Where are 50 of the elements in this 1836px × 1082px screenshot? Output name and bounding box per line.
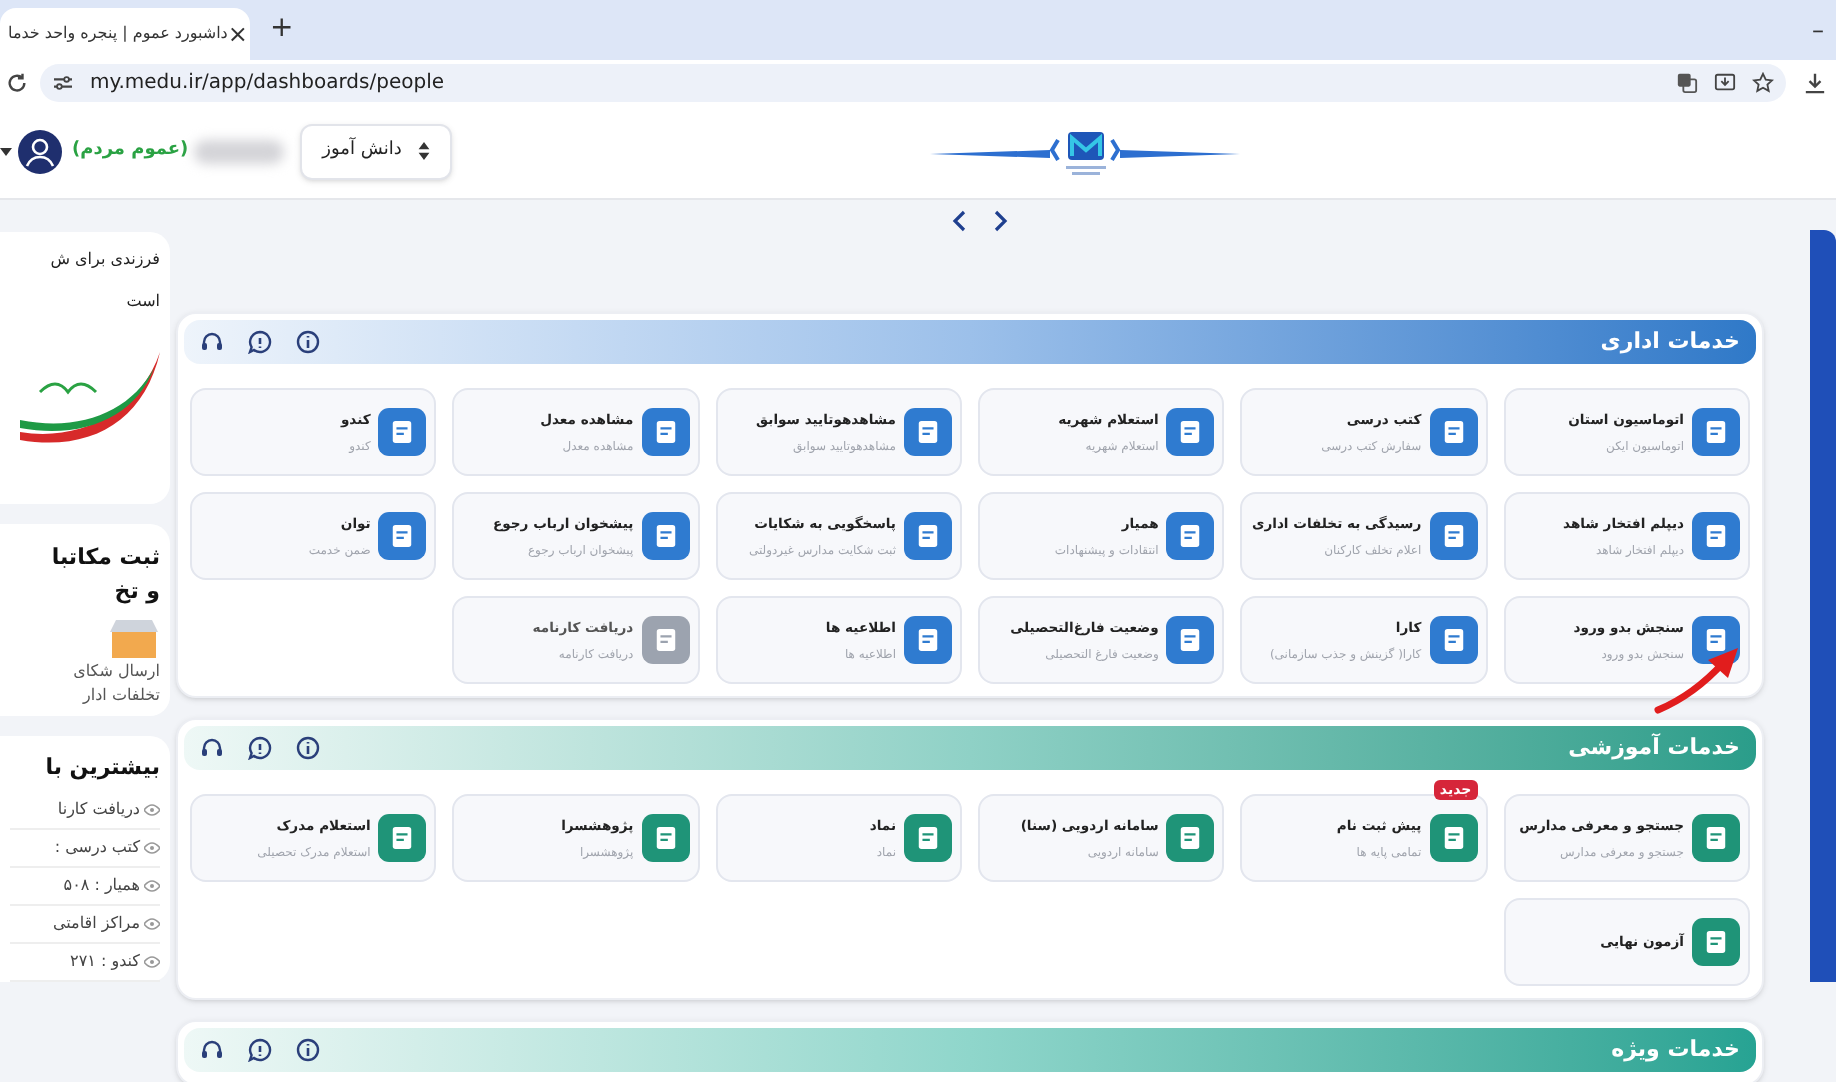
stats-item: کتب درسی : <box>54 836 140 860</box>
address-bar[interactable]: my.medu.ir/app/dashboards/people <box>40 63 1786 101</box>
complaint-title: ثبت مکاتبا <box>49 542 160 575</box>
tune-icon[interactable] <box>52 73 74 91</box>
url-text: my.medu.ir/app/dashboards/people <box>90 69 444 97</box>
minimize-button[interactable]: – <box>1812 12 1824 48</box>
complaint-text: ارسال شکای <box>71 660 160 685</box>
question-icon[interactable] <box>248 330 272 354</box>
section-title: خدمات ویژه <box>1611 1033 1740 1066</box>
stats-item: مراکز اقامتی <box>52 912 140 936</box>
info-icon[interactable] <box>296 736 320 760</box>
stats-item: کندو : ۲۷۱ <box>70 950 140 974</box>
eye-icon <box>144 880 160 892</box>
user-avatar-icon[interactable] <box>18 129 62 173</box>
chevron-right-icon[interactable] <box>994 210 1008 232</box>
eye-icon <box>144 842 160 854</box>
close-tab-button[interactable]: × <box>227 16 248 52</box>
promo-text: است <box>124 290 160 314</box>
blurred-name <box>194 139 285 163</box>
headset-icon[interactable] <box>200 736 224 760</box>
headset-icon[interactable] <box>200 1038 224 1062</box>
download-icon[interactable] <box>1804 71 1826 93</box>
role-select[interactable]: دانش آموز <box>300 123 452 179</box>
headset-icon[interactable] <box>200 330 224 354</box>
stats-item: دریافت کارنا <box>57 798 140 822</box>
tab-title: داشبورد عموم | پنجره واحد خدما <box>8 22 228 46</box>
info-icon[interactable] <box>296 330 320 354</box>
section-title: خدمات آموزشی <box>1568 731 1740 764</box>
new-tab-button[interactable]: + <box>270 8 294 50</box>
sort-icon <box>417 142 430 160</box>
user-role: (عموم مردم) <box>72 137 189 164</box>
install-icon[interactable] <box>1714 71 1736 93</box>
complaint-title: و تخ <box>112 576 160 609</box>
eye-icon <box>144 918 160 930</box>
eye-icon <box>144 804 160 816</box>
info-icon[interactable] <box>296 1038 320 1062</box>
translate-icon[interactable] <box>1676 71 1698 93</box>
reload-icon[interactable] <box>6 71 28 93</box>
question-icon[interactable] <box>248 736 272 760</box>
section-title: خدمات اداری <box>1600 325 1740 358</box>
annotation-arrow <box>1652 644 1740 716</box>
stats-title: بیشترین با <box>43 751 160 784</box>
promo-text: فرزندی برای ش <box>48 248 160 272</box>
star-icon[interactable] <box>1752 71 1774 93</box>
question-icon[interactable] <box>248 1038 272 1062</box>
box-icon <box>108 616 160 661</box>
complaint-text: تخلفات ادار <box>80 684 160 709</box>
eye-icon <box>144 956 160 968</box>
stats-item: همیار : ۵۰۸ <box>63 874 140 898</box>
chevron-left-icon[interactable] <box>952 210 966 232</box>
